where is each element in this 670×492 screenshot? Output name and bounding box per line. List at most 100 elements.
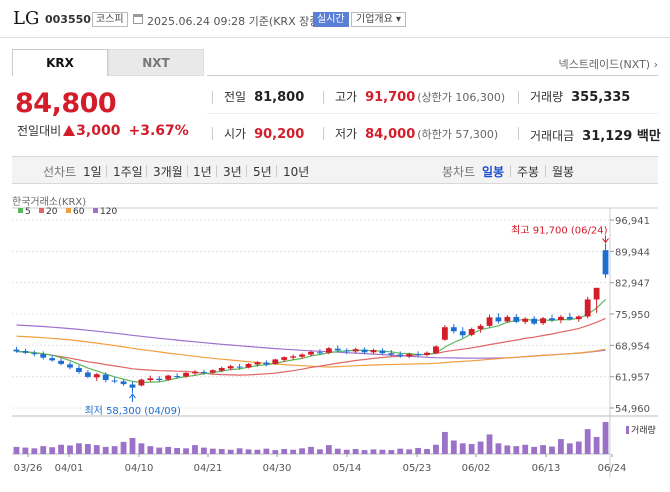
candle-body [397,354,404,357]
period-3m[interactable]: 3개월 [153,163,183,180]
volume-bar [67,445,73,454]
period-5y[interactable]: 5년 [253,163,272,180]
candle-body [334,348,341,351]
period-divider [276,165,277,177]
volume-bar [281,449,288,454]
candle-body [156,378,163,381]
volume-bar [76,443,82,454]
x-tick-label: 05/23 [403,463,432,474]
line-chart-label: 선차트 [43,165,77,179]
candle-monthly[interactable]: 월봉 [552,163,574,180]
price-chart[interactable]: 96,941 89,944 82,947 75,950 68,954 61,957 54,9… [0,192,670,492]
candle-body [433,346,439,354]
volume-bar [325,445,332,454]
volume-bar [183,448,189,454]
candle-body [236,366,243,368]
market-badge: 코스피 [92,12,128,27]
volume-bar [370,449,377,454]
tab-krx[interactable]: KRX [12,49,108,76]
candle-body [441,327,448,340]
legend-label: 120 [100,207,117,217]
volume-bar [513,446,520,454]
y-tick-label: 68,954 [615,341,650,352]
up-triangle-icon [63,125,76,136]
period-10y[interactable]: 10년 [283,163,309,180]
current-price: 84,800 [15,88,117,119]
candle-body [272,359,279,364]
volume-bar [13,446,20,454]
candle-body [593,287,600,300]
period-1d[interactable]: 1일 [83,163,102,180]
period-3y[interactable]: 3년 [223,163,242,180]
volume-bar [263,448,270,454]
candle-body [58,360,64,364]
volume-bar [31,448,38,454]
nextrade-link[interactable]: 넥스트레이드(NXT) › [559,56,659,72]
stat-prev-close: 전일 81,800 [224,90,305,105]
candle-body [495,317,502,322]
legend-swatch [39,208,44,213]
candle-body [308,351,314,355]
volume-bar [433,444,439,454]
candle-body [575,316,582,320]
volume-bar [165,446,172,454]
candle-body [343,350,350,352]
volume-bar [424,449,430,454]
volume-bar [156,447,163,454]
period-divider [545,165,546,177]
volume-bar [486,434,493,454]
stat-volume: 거래량 355,335 [530,90,631,105]
candle-body [174,376,181,378]
volume-bar [477,441,484,454]
price-change: 전일대비 3,000 +3.67% [17,122,189,139]
x-tick-label: 04/30 [263,463,292,474]
volume-bar [236,448,243,454]
legend-label: 60 [73,207,85,217]
tab-nxt[interactable]: NXT [108,49,204,76]
volume-bar [129,438,136,454]
volume-bar [174,447,181,454]
period-divider [510,165,511,177]
period-divider [246,165,247,177]
candle-daily[interactable]: 일봉 [482,163,504,180]
volume-bar [192,445,198,454]
legend-swatch [93,208,98,213]
volume-bar [361,450,368,454]
stat-divider [212,91,213,104]
volume-bar [58,444,64,454]
candle-body [192,371,198,374]
period-1y[interactable]: 1년 [193,163,212,180]
candle-body [218,367,225,371]
candle-body [299,354,305,357]
x-tick-label: 04/10 [125,463,154,474]
volume-bar [111,446,118,454]
candle-weekly[interactable]: 주봉 [517,163,539,180]
stat-divider [323,127,324,140]
candle-body [102,374,109,381]
legend-label: 5 [25,207,31,217]
period-divider [187,165,188,177]
volume-bar [540,445,546,454]
realtime-button[interactable]: 실시간 [313,12,349,27]
x-tick-label: 06/13 [532,463,561,474]
candle-chart-label: 봉차트 [442,165,476,179]
y-tick-label: 96,941 [615,216,650,227]
change-percent: +3.67% [128,123,189,139]
volume-bar [522,444,529,454]
volume-bar [602,422,609,454]
company-overview-dropdown[interactable]: 기업개요 ▾ [351,12,406,27]
volume-bar [531,446,538,454]
volume-bar [227,449,234,454]
candle-body [76,367,82,372]
stat-divider [212,127,213,140]
low-arrow-icon [129,393,136,403]
stat-divider [518,91,519,104]
volume-bar [308,446,314,454]
volume-bar [218,449,225,454]
y-tick-label: 54,960 [615,404,650,415]
candle-body [209,370,216,373]
candle-body [183,372,189,377]
volume-bar [84,444,91,454]
candle-body [388,353,395,355]
period-1w[interactable]: 1주일 [113,163,143,180]
